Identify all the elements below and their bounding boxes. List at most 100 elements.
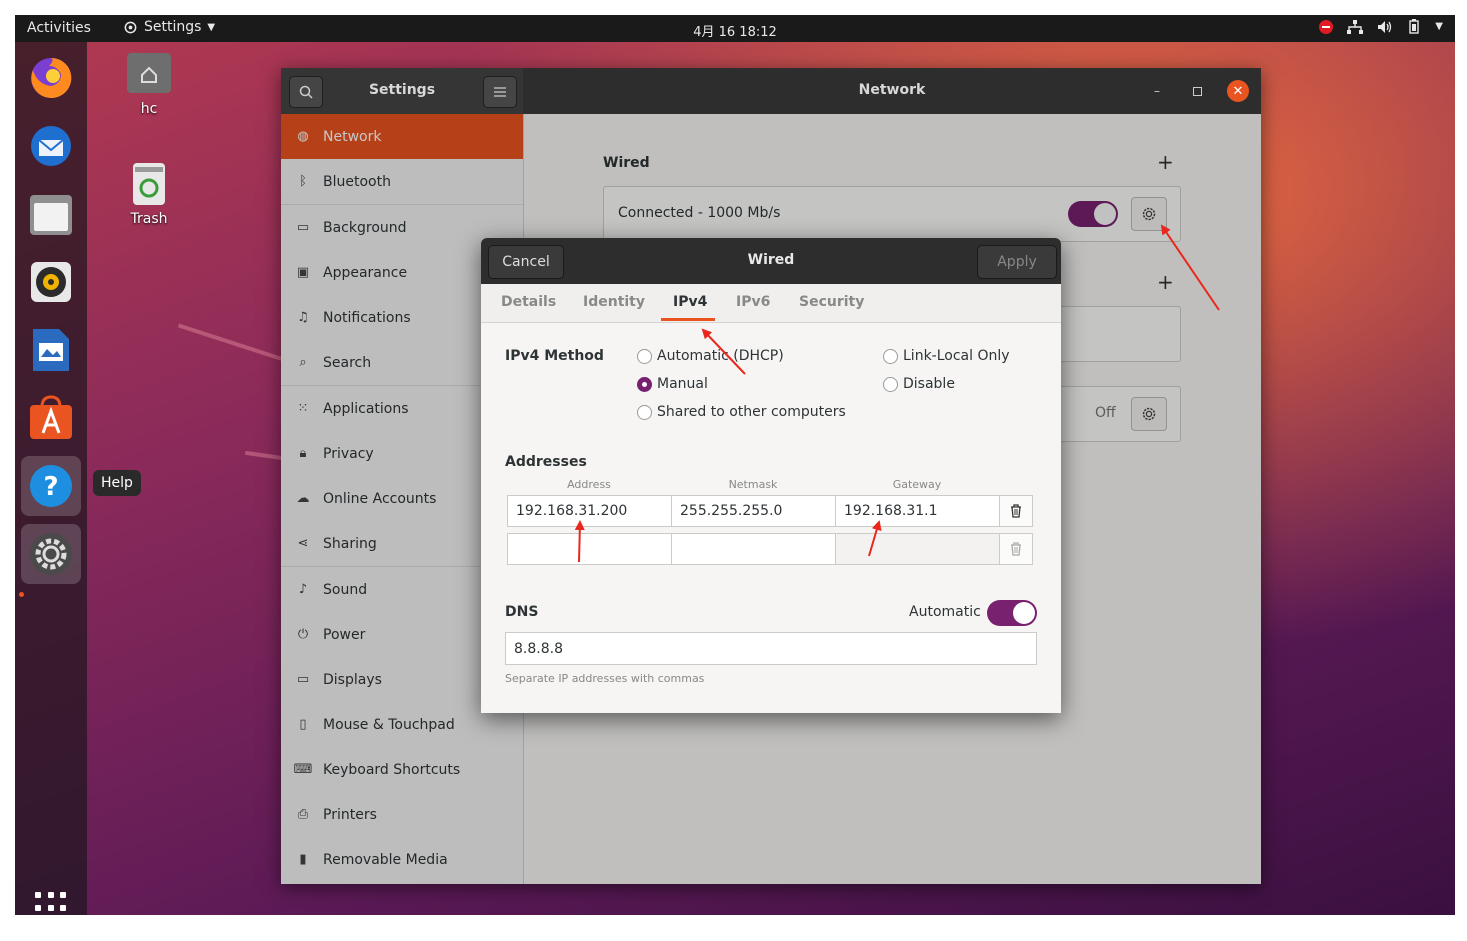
dialog-tabs: Details Identity IPv4 IPv6 Security [481, 284, 1061, 323]
close-button[interactable]: ✕ [1227, 80, 1249, 102]
network-wired-icon[interactable] [1347, 19, 1364, 34]
add-vpn-button[interactable]: + [1157, 270, 1174, 294]
help-launcher[interactable]: ? [21, 456, 81, 516]
gateway-input[interactable] [835, 533, 1000, 565]
thunderbird-launcher[interactable] [21, 116, 81, 176]
radio-icon [637, 404, 652, 420]
activities-button[interactable]: Activities [27, 20, 91, 36]
speaker-icon [31, 262, 71, 302]
usb-icon: ▮ [299, 852, 307, 867]
method-label: Disable [903, 376, 955, 392]
cancel-button[interactable]: Cancel [488, 245, 564, 279]
delete-address-button[interactable] [999, 495, 1033, 527]
sidebar-item-label: Sharing [323, 535, 377, 552]
netmask-input[interactable]: 255.255.255.0 [671, 495, 836, 527]
app-menu[interactable]: Settings ▼ [123, 19, 215, 35]
dock-tooltip: Help [93, 470, 141, 496]
sidebar-item-label: Printers [323, 806, 377, 823]
svg-text:?: ? [43, 472, 58, 502]
wired-settings-button[interactable] [1131, 197, 1167, 231]
method-label: Shared to other computers [657, 404, 846, 420]
method-manual[interactable]: Manual [637, 376, 708, 392]
dns-automatic-toggle[interactable] [987, 600, 1037, 626]
dialog-title: Wired [747, 252, 795, 268]
sidebar-item-keyboard-shortcuts[interactable]: ⌨ Keyboard Shortcuts [281, 747, 523, 792]
software-launcher[interactable] [21, 388, 81, 448]
battery-icon[interactable] [1407, 19, 1421, 34]
sidebar-item-label: Appearance [323, 264, 408, 281]
writer-launcher[interactable] [21, 320, 81, 380]
volume-icon[interactable] [1377, 20, 1393, 34]
wired-toggle[interactable] [1068, 201, 1118, 227]
firefox-icon [31, 57, 72, 98]
search-icon: ⌕ [299, 355, 307, 370]
clock[interactable]: 4月 16 18:12 [693, 25, 777, 40]
sidebar-item-label: Bluetooth [323, 173, 391, 190]
active-tab-indicator [661, 318, 715, 321]
radio-selected-icon [637, 376, 652, 392]
do-not-disturb-icon[interactable] [1319, 19, 1334, 34]
show-applications-icon[interactable] [35, 892, 67, 915]
method-disable[interactable]: Disable [883, 376, 955, 392]
method-link-local[interactable]: Link-Local Only [883, 348, 1010, 364]
sidebar-item-printers[interactable]: ⎙ Printers [281, 792, 523, 837]
radio-icon [637, 348, 652, 364]
sidebar-item-label: Power [323, 626, 366, 643]
method-label: Manual [657, 376, 708, 392]
top-bar: Activities Settings ▼ 4月 16 18:12 ▼ [15, 15, 1455, 42]
column-header-gateway: Gateway [892, 478, 942, 491]
tab-identity[interactable]: Identity [583, 294, 645, 310]
trash-desktop-icon[interactable]: Trash [121, 161, 177, 227]
method-automatic[interactable]: Automatic (DHCP) [637, 348, 784, 364]
method-label: Automatic (DHCP) [657, 348, 784, 364]
tab-security[interactable]: Security [799, 294, 864, 310]
bluetooth-icon: ᛒ [299, 174, 307, 189]
sidebar-item-label: Network [323, 128, 382, 145]
method-shared[interactable]: Shared to other computers [637, 404, 846, 420]
netmask-input[interactable] [671, 533, 836, 565]
display-icon: ▭ [296, 672, 310, 687]
tab-ipv4[interactable]: IPv4 [673, 294, 707, 310]
address-input[interactable] [507, 533, 672, 565]
home-folder-desktop-icon[interactable]: hc [121, 51, 177, 117]
column-header-netmask: Netmask [728, 478, 778, 491]
settings-launcher[interactable] [21, 524, 81, 584]
dock: ? [15, 42, 87, 915]
running-indicator [19, 592, 24, 597]
share-icon: ⋖ [297, 536, 309, 551]
gateway-input[interactable]: 192.168.31.1 [835, 495, 1000, 527]
dialog-headerbar: Cancel Wired Apply [481, 238, 1061, 284]
search-button[interactable] [289, 76, 323, 108]
dns-label: DNS [505, 604, 539, 620]
rhythmbox-launcher[interactable] [21, 252, 81, 312]
sidebar-item-bluetooth[interactable]: ᛒ Bluetooth [281, 159, 523, 204]
delete-address-button[interactable] [999, 533, 1033, 565]
address-input[interactable]: 192.168.31.200 [507, 495, 672, 527]
sidebar-item-label: Displays [323, 671, 382, 688]
system-tray[interactable]: ▼ [1319, 19, 1443, 34]
dns-input[interactable]: 8.8.8.8 [505, 632, 1037, 665]
files-launcher[interactable] [21, 184, 81, 244]
column-header-address: Address [567, 478, 611, 491]
store-bag-icon [30, 395, 72, 439]
maximize-button[interactable] [1186, 80, 1208, 102]
system-menu-caret-icon[interactable]: ▼ [1435, 21, 1443, 32]
tab-ipv6[interactable]: IPv6 [736, 294, 770, 310]
search-icon [299, 85, 313, 99]
sidebar-item-network[interactable]: ◍ Network [281, 114, 523, 159]
printer-icon: ⎙ [297, 807, 309, 822]
apply-button[interactable]: Apply [977, 245, 1057, 279]
tab-details[interactable]: Details [501, 294, 556, 310]
close-icon: ✕ [1232, 83, 1244, 99]
sidebar-item-label: Privacy [323, 445, 374, 462]
sidebar-item-removable-media[interactable]: ▮ Removable Media [281, 837, 523, 882]
gear-icon [1142, 407, 1156, 421]
sidebar-item-label: Notifications [323, 309, 411, 326]
proxy-settings-button[interactable] [1131, 397, 1167, 431]
firefox-launcher[interactable] [21, 48, 81, 108]
wired-status: Connected - 1000 Mb/s [618, 205, 781, 221]
thunderbird-icon [31, 126, 71, 166]
menu-button[interactable] [483, 76, 517, 108]
add-wired-button[interactable]: + [1157, 150, 1174, 174]
minimize-button[interactable]: – [1146, 80, 1168, 102]
